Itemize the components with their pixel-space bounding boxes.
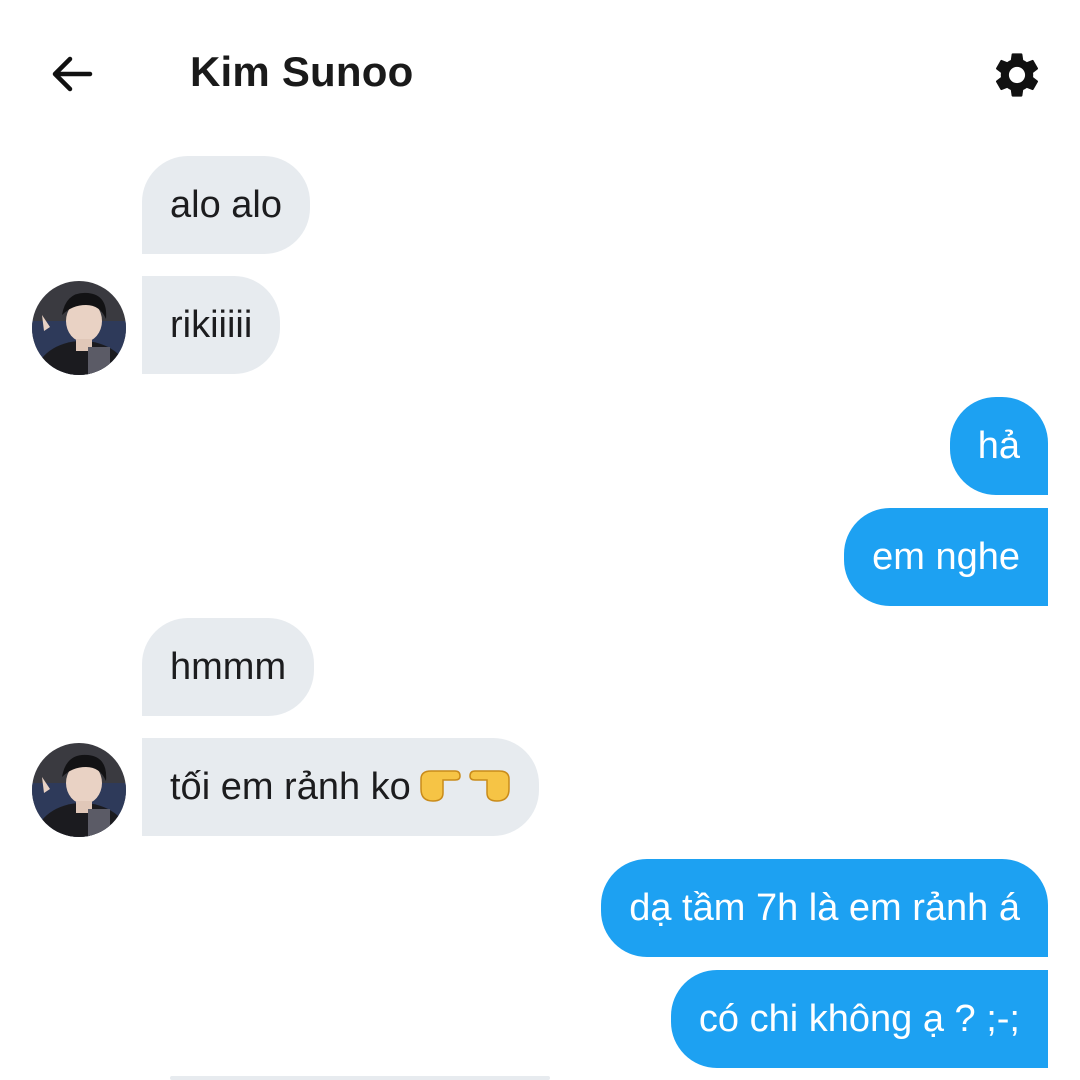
message-text: hả	[977, 425, 1020, 467]
gear-icon	[995, 53, 1039, 97]
chat-header: Kim Sunoo	[0, 0, 1080, 140]
avatar-photo	[32, 743, 126, 837]
message-text: em nghe	[872, 536, 1020, 578]
outgoing-message[interactable]: dạ tầm 7h là em rảnh á	[601, 859, 1048, 957]
incoming-message[interactable]: tối em rảnh ko	[142, 738, 539, 836]
avatar[interactable]	[32, 743, 126, 837]
message-text: hmmm	[170, 646, 287, 688]
message-text: dạ tầm 7h là em rảnh á	[629, 887, 1020, 929]
incoming-message[interactable]: alo alo	[142, 156, 310, 254]
incoming-message[interactable]: rikiiiii	[142, 276, 281, 374]
message-text: có chi không ạ ? ;-;	[698, 998, 1020, 1040]
avatar-photo	[32, 281, 126, 375]
avatar[interactable]	[32, 281, 126, 375]
outgoing-message[interactable]: có chi không ạ ? ;-;	[670, 970, 1048, 1068]
message-text: alo alo	[170, 184, 282, 226]
incoming-message[interactable]: hmmm	[142, 618, 315, 716]
back-button[interactable]	[40, 44, 104, 104]
outgoing-message[interactable]: em nghe	[844, 508, 1048, 606]
message-text: tối em rảnh ko	[170, 766, 411, 808]
page-title: Kim Sunoo	[190, 48, 414, 95]
arrow-left-icon	[52, 56, 93, 92]
pointing-hands-icon	[419, 759, 511, 816]
message-text: rikiiiii	[170, 304, 253, 346]
partial-incoming-message	[170, 1076, 550, 1080]
outgoing-message[interactable]: hả	[949, 397, 1048, 495]
settings-button[interactable]	[984, 42, 1050, 108]
